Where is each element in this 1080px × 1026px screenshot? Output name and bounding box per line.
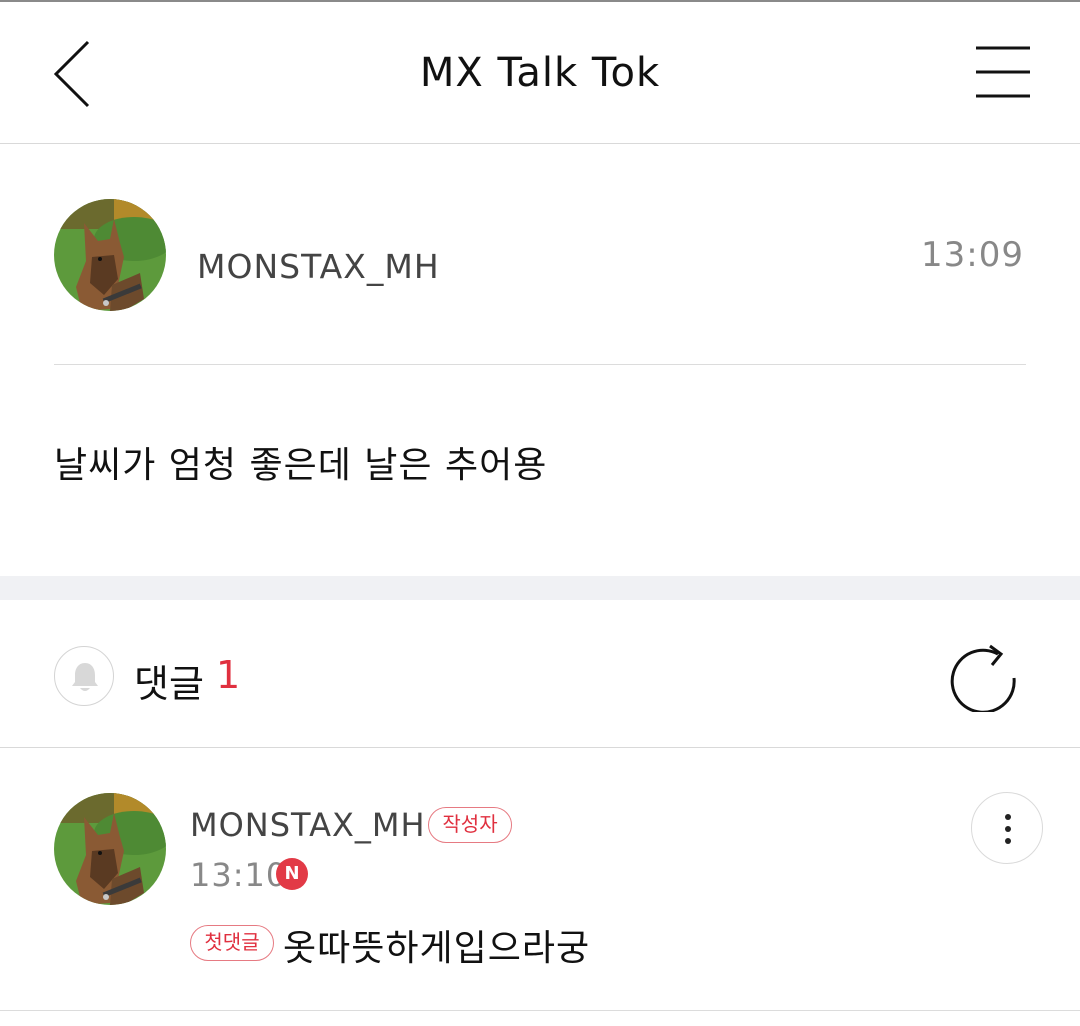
bell-icon — [72, 663, 98, 691]
post-author[interactable]: MONSTAX_MH — [197, 247, 440, 286]
more-vertical-icon — [1005, 826, 1011, 832]
comments-header: 댓글 1 — [0, 600, 1080, 748]
refresh-button[interactable] — [946, 640, 1020, 714]
post-header: MONSTAX_MH 13:09 — [0, 145, 1080, 365]
comments-label: 댓글 — [134, 662, 204, 706]
more-vertical-icon — [1005, 838, 1011, 844]
comment-avatar[interactable] — [54, 793, 166, 905]
comments-count: 1 — [216, 653, 241, 697]
comment-item: MONSTAX_MH 작성자 13:10 N 첫댓글 옷따뜻하게입으라궁 — [0, 749, 1080, 1011]
first-comment-badge: 첫댓글 — [190, 925, 274, 961]
app-header: MX Talk Tok — [0, 2, 1080, 144]
comment-author[interactable]: MONSTAX_MH — [190, 806, 426, 844]
notification-button[interactable] — [54, 646, 114, 706]
divider — [54, 364, 1026, 365]
post-content: 날씨가 엄청 좋은데 날은 추어용 — [54, 445, 548, 486]
more-vertical-icon — [1005, 814, 1011, 820]
page-title: MX Talk Tok — [419, 50, 661, 96]
refresh-icon — [950, 644, 1016, 714]
section-separator — [0, 576, 1080, 600]
avatar[interactable] — [54, 199, 166, 311]
hamburger-menu-icon — [976, 46, 1030, 98]
comment-time: 13:10 — [190, 856, 288, 894]
author-badge: 작성자 — [428, 807, 512, 843]
post-time: 13:09 — [921, 235, 1024, 275]
new-badge: N — [276, 858, 308, 890]
more-options-button[interactable] — [971, 792, 1043, 864]
menu-button[interactable] — [968, 42, 1036, 106]
comment-text: 옷따뜻하게입으라궁 — [283, 928, 591, 969]
